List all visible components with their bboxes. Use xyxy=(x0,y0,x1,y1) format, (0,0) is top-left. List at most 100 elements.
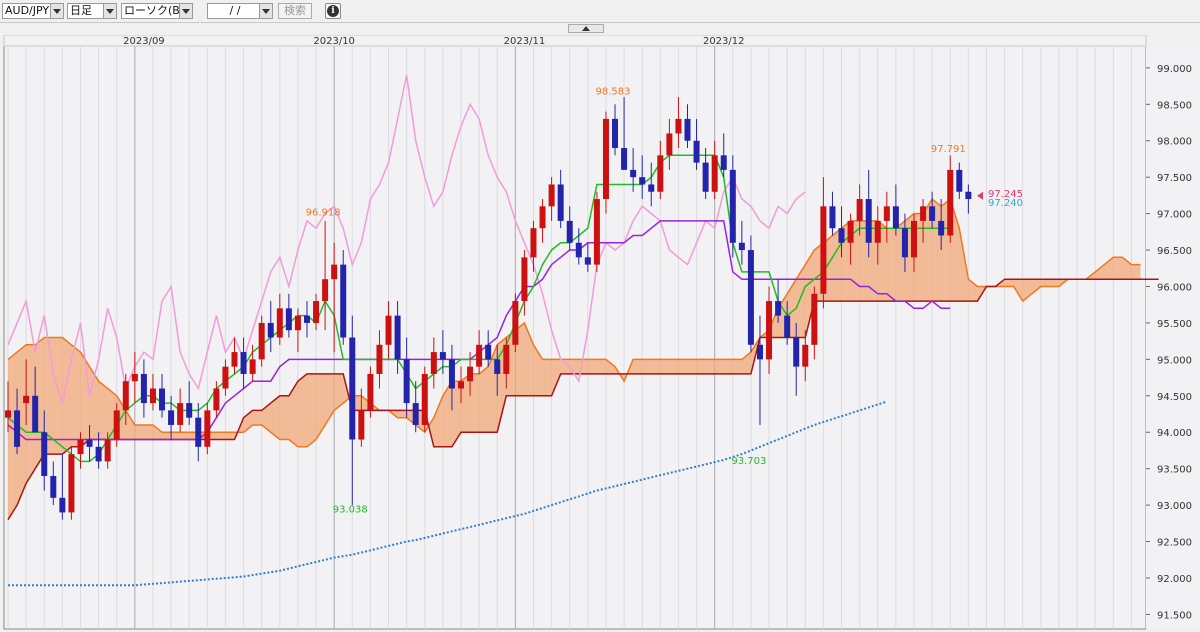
candle-body xyxy=(231,352,238,367)
price-annotation: 96.918 xyxy=(306,208,341,219)
candle-body xyxy=(865,199,872,243)
candle-body xyxy=(811,293,818,345)
x-tick-label: 2023/10 xyxy=(313,36,355,47)
candle-body xyxy=(249,359,256,374)
currency-pair-select[interactable]: AUD/JPY xyxy=(2,3,64,19)
candle-body xyxy=(122,381,129,411)
candle-body xyxy=(874,220,881,243)
timeframe-select[interactable]: 日足 xyxy=(67,3,117,19)
chevron-down-icon[interactable] xyxy=(103,4,116,18)
candle-body xyxy=(892,206,899,229)
chevron-down-icon[interactable] xyxy=(50,4,63,18)
chart-type-select[interactable]: ローソク(BID) xyxy=(121,3,193,19)
candle-body xyxy=(684,118,691,141)
candle-body xyxy=(458,381,464,389)
candle-body xyxy=(729,169,736,243)
chevron-down-icon[interactable] xyxy=(259,4,272,18)
x-axis-band xyxy=(3,35,1147,47)
candle-body xyxy=(911,220,917,258)
candle-body xyxy=(358,410,365,440)
candle-body xyxy=(584,257,591,265)
candle-body xyxy=(702,162,709,192)
candle-body xyxy=(77,439,84,455)
price-chart[interactable]: 99.000 98.500 98.000 97.500 97.000 96.500 96.0… xyxy=(0,35,1200,631)
candle-body xyxy=(639,177,646,185)
y-tick-label: 94.500 xyxy=(1157,392,1192,403)
y-tick-label: 93.000 xyxy=(1157,501,1192,512)
candle-body xyxy=(303,315,310,323)
candle-body xyxy=(838,228,845,243)
y-tick-label: 91.500 xyxy=(1157,610,1192,621)
candle-body xyxy=(32,395,39,433)
candle-body xyxy=(340,264,347,338)
y-tick-label: 92.500 xyxy=(1157,538,1192,549)
candle-body xyxy=(747,250,754,345)
candle-body xyxy=(548,184,555,207)
candle-body xyxy=(276,308,283,338)
candle-body xyxy=(439,352,446,360)
candle-body xyxy=(313,301,320,323)
candle-body xyxy=(847,220,854,243)
y-tick-label: 98.500 xyxy=(1157,100,1192,111)
candle-body xyxy=(186,403,193,418)
candle-body xyxy=(349,337,356,440)
info-icon: i xyxy=(327,5,339,17)
y-tick-label: 96.500 xyxy=(1157,246,1192,257)
candle-body xyxy=(204,410,211,447)
y-tick-label: 99.000 xyxy=(1157,64,1192,75)
candle-body xyxy=(285,308,292,331)
candle-body xyxy=(23,395,30,404)
candle-body xyxy=(693,140,700,163)
y-tick-label: 95.000 xyxy=(1157,355,1192,366)
collapse-panel-button[interactable] xyxy=(568,24,604,33)
y-tick-label: 96.000 xyxy=(1157,282,1192,293)
currency-pair-value: AUD/JPY xyxy=(5,4,50,17)
price-annotation: 93.703 xyxy=(731,456,766,467)
candle-body xyxy=(756,344,763,360)
x-tick-label: 2023/12 xyxy=(703,36,745,47)
candle-body xyxy=(213,388,220,411)
candle-body xyxy=(159,388,166,411)
chevron-down-icon[interactable] xyxy=(179,4,192,18)
candle-body xyxy=(675,118,682,134)
candle-body xyxy=(385,315,392,345)
candle-body xyxy=(648,184,655,192)
y-tick-label: 92.000 xyxy=(1157,574,1192,585)
candle-body xyxy=(775,301,782,316)
search-button[interactable]: 検索 xyxy=(278,3,312,19)
candle-body xyxy=(666,133,673,156)
candle-body xyxy=(566,220,573,243)
candle-body xyxy=(820,206,827,294)
candle-body xyxy=(494,359,501,374)
x-tick-label: 2023/11 xyxy=(504,36,546,47)
plot-area xyxy=(3,45,1147,630)
candle-body xyxy=(947,169,954,236)
date-input[interactable]: / / xyxy=(207,3,273,19)
candle-body xyxy=(784,315,791,338)
candle-body xyxy=(593,199,600,265)
candle-body xyxy=(521,257,528,302)
toolbar: AUD/JPY 日足 ローソク(BID) / / 検索 i xyxy=(0,0,1200,23)
y-tick-label: 95.500 xyxy=(1157,319,1192,330)
candle-body xyxy=(131,373,138,382)
candle-body xyxy=(104,439,111,462)
candle-body xyxy=(711,155,718,192)
candle-body xyxy=(331,264,338,280)
candle-body xyxy=(720,155,727,170)
price-annotation: 97.791 xyxy=(931,144,966,155)
candle-body xyxy=(68,454,75,513)
candle-body xyxy=(222,366,229,389)
candle-body xyxy=(322,279,329,302)
candle-body xyxy=(738,242,745,251)
candle-body xyxy=(539,206,546,229)
candle-body xyxy=(476,344,483,367)
candle-body xyxy=(802,344,809,367)
candle-body xyxy=(41,432,48,476)
candle-body xyxy=(430,352,437,374)
info-button[interactable]: i xyxy=(325,3,341,19)
candle-body xyxy=(612,118,619,149)
candle-body xyxy=(883,206,890,221)
candle-body xyxy=(965,191,972,200)
candle-body xyxy=(367,373,374,411)
candle-body xyxy=(621,148,628,170)
